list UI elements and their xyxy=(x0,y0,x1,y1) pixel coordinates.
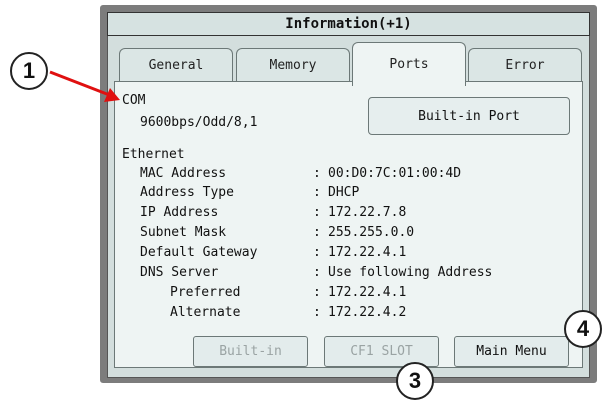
callout-4: 4 xyxy=(564,310,602,348)
callout-3: 3 xyxy=(396,362,434,400)
callout-1: 1 xyxy=(10,52,48,90)
callout-arrow xyxy=(49,70,120,102)
callout-arrow-line xyxy=(49,70,113,98)
